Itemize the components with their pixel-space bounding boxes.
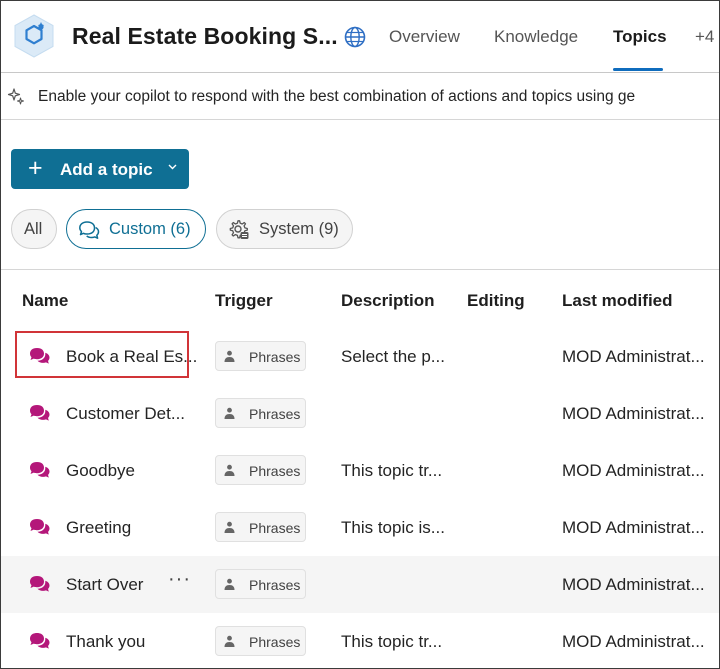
agent-title: Real Estate Booking S... <box>72 23 338 49</box>
filter-all-label: All <box>24 220 43 238</box>
table-row[interactable]: Customer Det... Phrases MOD Administrat.… <box>1 385 719 443</box>
topic-name[interactable]: Goodbye <box>66 461 135 481</box>
globe-icon[interactable] <box>343 25 367 49</box>
column-description[interactable]: Description <box>341 291 435 311</box>
tab-more[interactable]: +4 <box>695 27 714 47</box>
filter-system[interactable]: System (9) <box>216 209 353 249</box>
tab-knowledge[interactable]: Knowledge <box>494 27 578 47</box>
add-topic-button[interactable]: + Add a topic <box>11 149 189 189</box>
phrases-icon <box>224 464 235 476</box>
copilot-hexagon-icon[interactable] <box>11 13 57 59</box>
trigger-label: Phrases <box>249 349 301 365</box>
sparkle-icon <box>7 88 24 105</box>
info-banner: Enable your copilot to respond with the … <box>1 73 719 120</box>
table-header: Name Trigger Description Editing Last mo… <box>1 269 719 329</box>
trigger-label: Phrases <box>249 463 301 479</box>
filter-custom[interactable]: Custom (6) <box>66 209 206 249</box>
phrases-icon <box>224 578 235 590</box>
trigger-label: Phrases <box>249 634 301 650</box>
trigger-badge: Phrases <box>215 512 306 542</box>
column-name[interactable]: Name <box>22 291 68 311</box>
app-window: Real Estate Booking S... Overview Knowle… <box>0 0 720 669</box>
topic-description: This topic tr... <box>341 632 443 651</box>
table-row[interactable]: Thank you Phrases This topic tr... MOD A… <box>1 613 719 668</box>
gear-icon <box>229 220 249 239</box>
topic-name[interactable]: Book a Real Es... <box>66 347 197 367</box>
chat-bubbles-icon <box>79 221 100 239</box>
topic-chat-icon <box>30 462 50 478</box>
trigger-label: Phrases <box>249 520 301 536</box>
trigger-label: Phrases <box>249 406 301 422</box>
last-modified-by: MOD Administrat... <box>562 461 705 480</box>
tab-topics[interactable]: Topics <box>613 27 667 47</box>
trigger-badge: Phrases <box>215 569 306 599</box>
trigger-label: Phrases <box>249 577 301 593</box>
last-modified-by: MOD Administrat... <box>562 518 705 537</box>
last-modified-by: MOD Administrat... <box>562 575 705 594</box>
last-modified-by: MOD Administrat... <box>562 404 705 423</box>
topic-name[interactable]: Start Over <box>66 575 143 595</box>
chevron-down-icon <box>168 164 177 170</box>
top-header: Real Estate Booking S... Overview Knowle… <box>1 1 719 72</box>
table-row[interactable]: Greeting Phrases This topic is... MOD Ad… <box>1 499 719 557</box>
phrases-icon <box>224 635 235 647</box>
column-editing[interactable]: Editing <box>467 291 525 311</box>
column-last-modified[interactable]: Last modified <box>562 291 673 311</box>
table-row[interactable]: Start Over ··· Phrases MOD Administrat..… <box>1 556 719 614</box>
last-modified-by: MOD Administrat... <box>562 632 705 651</box>
phrases-icon <box>224 521 235 533</box>
trigger-badge: Phrases <box>215 398 306 428</box>
trigger-badge: Phrases <box>215 341 306 371</box>
active-tab-indicator <box>613 68 663 71</box>
topic-chat-icon <box>30 405 50 421</box>
table-row[interactable]: Book a Real Es... Phrases Select the p..… <box>1 328 719 386</box>
trigger-badge: Phrases <box>215 455 306 485</box>
tab-overview[interactable]: Overview <box>389 27 460 47</box>
phrases-icon <box>224 350 235 362</box>
phrases-icon <box>224 407 235 419</box>
topic-name[interactable]: Thank you <box>66 632 145 652</box>
last-modified-by: MOD Administrat... <box>562 347 705 366</box>
topic-name[interactable]: Customer Det... <box>66 404 185 424</box>
topic-description: This topic tr... <box>341 461 443 480</box>
filter-custom-label: Custom (6) <box>109 220 191 238</box>
topic-name[interactable]: Greeting <box>66 518 131 538</box>
add-topic-label: Add a topic <box>60 160 153 179</box>
topic-description: Select the p... <box>341 347 445 366</box>
topic-description: This topic is... <box>341 518 445 537</box>
more-options-icon[interactable]: ··· <box>168 568 191 591</box>
table-row[interactable]: Goodbye Phrases This topic tr... MOD Adm… <box>1 442 719 500</box>
column-trigger[interactable]: Trigger <box>215 291 273 311</box>
filter-all[interactable]: All <box>11 209 57 249</box>
topic-chat-icon <box>30 633 50 649</box>
banner-message: Enable your copilot to respond with the … <box>38 88 636 105</box>
topic-chat-icon <box>30 348 50 364</box>
filter-system-label: System (9) <box>259 220 339 238</box>
plus-icon: + <box>28 154 43 182</box>
topic-chat-icon <box>30 519 50 535</box>
trigger-badge: Phrases <box>215 626 306 656</box>
topic-chat-icon <box>30 576 50 592</box>
